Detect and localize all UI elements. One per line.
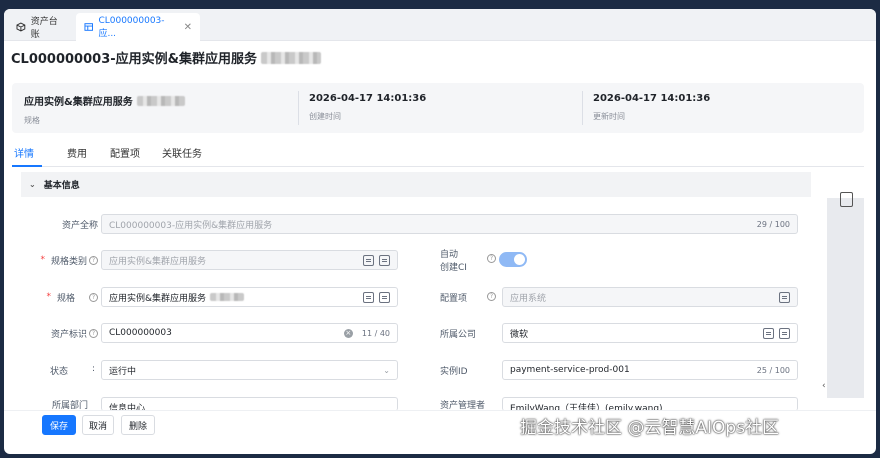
tab-bar: 资产台账 CL000000003-应... ✕ [4,9,876,41]
side-panel [827,198,864,398]
tab-config-item[interactable]: 配置项 [110,145,140,160]
asset-id-field[interactable]: CL000000003 × 11 / 40 [101,323,398,343]
help-icon[interactable]: ? [89,292,98,302]
cube-icon [16,22,26,32]
chevron-down-icon: ⌄ [383,365,390,375]
help-icon[interactable]: ? [89,328,98,338]
detail-tabs: 详情 费用 配置项 关联任务 [12,139,864,167]
table-icon [84,23,93,31]
browse-icon[interactable] [779,291,790,303]
redacted-text [260,51,321,64]
clear-icon[interactable]: × [343,328,353,338]
status-select[interactable]: 运行中 ⌄ [101,360,398,380]
instance-id-label: 实例ID [440,366,468,377]
auto-ci-label: 自动 创建CI [440,250,467,273]
instance-id-field[interactable]: payment-service-prod-001 25 / 100 [502,360,798,380]
auto-ci-toggle[interactable] [499,252,527,267]
browse-icon[interactable] [363,254,374,266]
tab-cost[interactable]: 费用 [67,145,87,160]
spec-field[interactable]: 应用实例&集群应用服务 [101,287,398,307]
company-label: 所属公司 [440,329,477,340]
tab-label: 资产台账 [30,17,58,40]
tab-asset-detail[interactable]: CL000000003-应... ✕ [76,13,200,41]
browse-icon[interactable] [363,291,374,303]
detail-icon[interactable] [379,291,390,303]
active-tab-indicator [12,165,42,167]
admin-label: 资产管理者 [440,400,486,411]
browse-icon[interactable] [763,327,774,339]
section-basic-info[interactable]: ⌄ 基本信息 [21,172,811,197]
chevron-down-icon: ⌄ [29,180,36,189]
full-name-label: 资产全称 [61,220,98,231]
document-icon[interactable] [840,192,853,207]
config-item-label: 配置项 [440,293,468,304]
spec-label: * 规格? [30,287,98,307]
asset-id-label: 资产标识? [30,323,98,343]
tab-related-tasks[interactable]: 关联任务 [162,145,202,160]
redacted-text [210,293,245,301]
help-icon[interactable]: ? [487,292,496,301]
page-title: CL000000003-应用实例&集群应用服务 [11,48,321,67]
chevron-left-icon[interactable]: ‹ [822,381,826,391]
tab-details[interactable]: 详情 [14,145,34,160]
spec-type-field: 应用实例&集群应用服务 [101,250,398,270]
admin-field[interactable]: EmilyWang（王佳佳）(emily.wang) [502,397,798,411]
spec-type-label: * 规格类别? [30,250,98,270]
tab-asset-ledger[interactable]: 资产台账 [8,13,74,41]
summary-updated: 2026-04-17 14:01:36 更新时间 [582,91,864,125]
department-label: 所属部门 [51,400,88,411]
redacted-text [136,95,185,106]
cancel-button[interactable]: 取消 [82,415,114,435]
summary-spec: 应用实例&集群应用服务 规格 [12,83,298,133]
detail-icon[interactable] [779,327,790,339]
summary-card: 应用实例&集群应用服务 规格 2026-04-17 14:01:36 创建时间 … [12,83,864,133]
full-name-field: CL000000003-应用实例&集群应用服务 29 / 100 [101,214,798,234]
help-icon[interactable]: ? [89,255,98,265]
status-label: 状态 [49,366,68,377]
config-item-field: 应用系统 [502,287,798,307]
company-field[interactable]: 微软 [502,323,798,343]
department-select[interactable]: 信息中心 [101,397,398,411]
detail-icon[interactable] [379,254,390,266]
save-button[interactable]: 保存 [42,415,76,435]
summary-created: 2026-04-17 14:01:36 创建时间 [298,91,582,125]
tab-label: CL000000003-应... [98,15,165,39]
watermark: 掘金技术社区 @云智慧AIOps社区 [520,418,780,438]
delete-button[interactable]: 删除 [121,415,155,435]
close-icon[interactable]: ✕ [184,22,192,33]
help-icon[interactable]: ? [487,254,496,263]
